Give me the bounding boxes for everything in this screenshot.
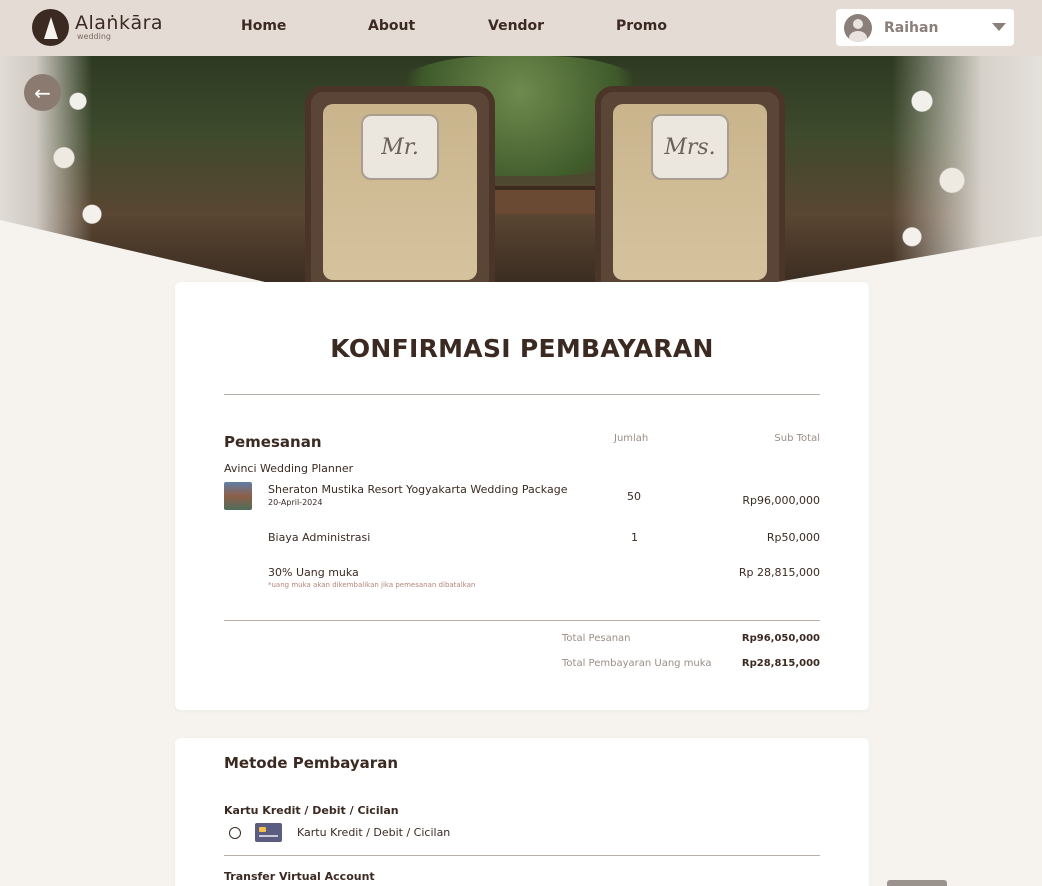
- payment-option-card-radio[interactable]: [229, 827, 241, 839]
- total-order-value: Rp96,050,000: [741, 633, 820, 644]
- total-order-label: Total Pesanan: [562, 633, 631, 644]
- down-payment-label: 30% Uang muka: [268, 566, 359, 579]
- payment-method-card: Metode Pembayaran Kartu Kredit / Debit /…: [175, 738, 869, 886]
- admin-fee-qty: 1: [631, 531, 638, 544]
- back-arrow-button[interactable]: ←: [24, 74, 61, 111]
- package-thumbnail: [224, 482, 252, 510]
- column-header-subtotal: Sub Total: [774, 433, 820, 444]
- down-payment-subtotal: Rp 28,815,000: [738, 566, 820, 579]
- logo-mark-icon: [32, 9, 69, 46]
- hero-sign-mrs: Mrs.: [651, 114, 729, 180]
- divider-top: [224, 394, 820, 395]
- payment-group-card: Kartu Kredit / Debit / Cicilan: [224, 804, 399, 817]
- item-name: Sheraton Mustika Resort Yogyakarta Weddi…: [268, 483, 568, 496]
- vendor-name: Avinci Wedding Planner: [224, 462, 354, 475]
- top-nav-bar: Alaṅkāra wedding Home About Vendor Promo…: [0, 0, 1042, 56]
- arrow-left-icon: ←: [34, 80, 51, 105]
- hero-chair-left: Mr.: [305, 86, 495, 282]
- order-section-title: Pemesanan: [224, 433, 322, 451]
- payment-option-card-label[interactable]: Kartu Kredit / Debit / Cicilan: [297, 826, 450, 839]
- hero-chair-right: Mrs.: [595, 86, 785, 282]
- hero-sign-mr: Mr.: [361, 114, 439, 180]
- down-payment-note: *uang muka akan dikembalikan jika pemesa…: [268, 581, 476, 589]
- nav-about[interactable]: About: [368, 18, 415, 34]
- item-date: 20-April-2024: [268, 498, 323, 507]
- brand-logo[interactable]: Alaṅkāra wedding: [32, 9, 163, 46]
- floating-chat-button[interactable]: [887, 880, 947, 886]
- divider-bottom: [224, 620, 820, 621]
- logo-name: Alaṅkāra: [75, 12, 164, 34]
- item-qty: 50: [627, 490, 641, 503]
- page-title: KONFIRMASI PEMBAYARAN: [330, 334, 714, 363]
- avatar-icon: [844, 13, 872, 42]
- total-down-payment-value: Rp28,815,000: [741, 658, 820, 669]
- item-subtotal: Rp96,000,000: [742, 494, 820, 507]
- admin-fee-subtotal: Rp50,000: [766, 531, 820, 544]
- user-menu-dropdown[interactable]: Raihan: [836, 9, 1014, 46]
- nav-home[interactable]: Home: [241, 18, 286, 34]
- hero-banner-image: Mr. Mrs.: [0, 56, 1042, 282]
- nav-promo[interactable]: Promo: [616, 18, 667, 34]
- payment-method-title: Metode Pembayaran: [224, 754, 399, 772]
- nav-vendor[interactable]: Vendor: [488, 18, 544, 34]
- payment-confirmation-card: KONFIRMASI PEMBAYARAN Pemesanan Jumlah S…: [175, 282, 869, 710]
- admin-fee-label: Biaya Administrasi: [268, 531, 371, 544]
- column-header-qty: Jumlah: [614, 433, 649, 444]
- payment-group-virtual-account: Transfer Virtual Account: [224, 870, 375, 883]
- payment-divider: [224, 855, 820, 856]
- logo-subtitle: wedding: [77, 32, 111, 41]
- hero-flowers-right: [862, 56, 1042, 282]
- credit-card-icon: [255, 823, 282, 842]
- user-name: Raihan: [884, 19, 939, 36]
- chevron-down-icon: [992, 23, 1006, 31]
